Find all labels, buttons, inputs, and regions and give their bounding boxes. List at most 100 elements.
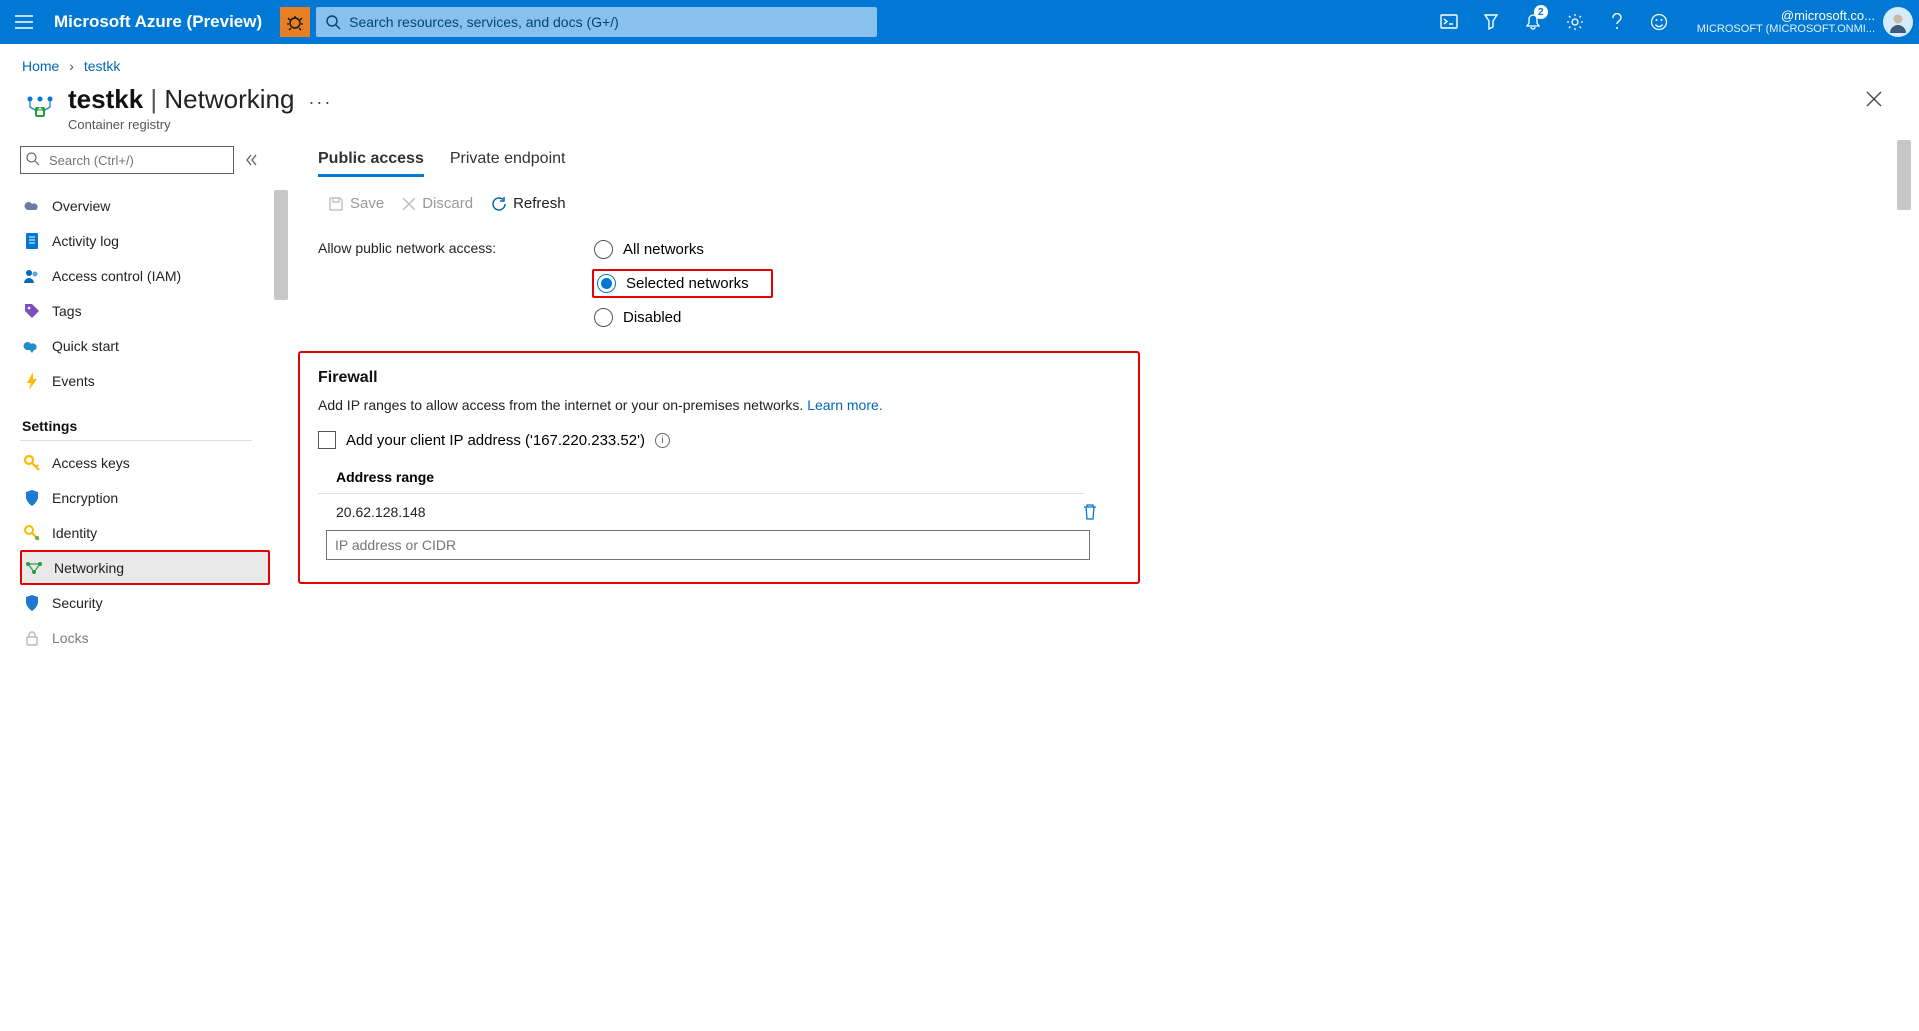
identity-icon	[22, 523, 42, 543]
collapse-sidebar-button[interactable]	[244, 153, 258, 167]
sidebar-item-locks[interactable]: Locks	[20, 620, 270, 655]
search-placeholder: Search resources, services, and docs (G+…	[349, 14, 619, 30]
sidebar-item-events[interactable]: Events	[20, 363, 270, 398]
info-tooltip-button[interactable]: i	[655, 433, 670, 448]
sidebar-search-input[interactable]	[20, 146, 234, 174]
sidebar-item-label: Access control (IAM)	[52, 268, 181, 284]
add-client-ip-label: Add your client IP address ('167.220.233…	[346, 432, 645, 449]
firewall-desc-text: Add IP ranges to allow access from the i…	[318, 397, 807, 413]
sidebar-search-wrap	[20, 146, 236, 174]
sidebar-item-label: Encryption	[52, 490, 118, 506]
events-icon	[22, 371, 42, 391]
search-icon	[26, 152, 40, 166]
key-icon	[22, 453, 42, 473]
hamburger-menu[interactable]	[0, 0, 48, 44]
settings-button[interactable]	[1555, 0, 1595, 44]
feedback-button[interactable]	[1639, 0, 1679, 44]
iam-icon	[22, 266, 42, 286]
sidebar-item-identity[interactable]: Identity	[20, 515, 270, 550]
refresh-button[interactable]: Refresh	[491, 195, 566, 212]
trash-icon	[1082, 503, 1098, 521]
body-area: Overview Activity log Access control (IA…	[0, 140, 1919, 1027]
close-icon	[1865, 90, 1883, 108]
discard-label: Discard	[422, 195, 473, 212]
radio-circle-icon	[597, 274, 616, 293]
account-tenant: MICROSOFT (MICROSOFT.ONMI...	[1697, 23, 1875, 35]
network-icon	[24, 558, 44, 578]
address-range-value: 20.62.128.148	[336, 504, 426, 520]
add-client-ip-checkbox[interactable]	[318, 431, 336, 449]
public-access-label: Allow public network access:	[318, 238, 592, 256]
help-button[interactable]	[1597, 0, 1637, 44]
info-icon: i	[661, 435, 663, 446]
azure-topbar: Microsoft Azure (Preview) Search resourc…	[0, 0, 1919, 44]
portal-brand[interactable]: Microsoft Azure (Preview)	[48, 12, 280, 32]
sidebar-item-tags[interactable]: Tags	[20, 293, 270, 328]
resource-type-label: Container registry	[68, 117, 294, 132]
save-button[interactable]: Save	[328, 195, 384, 212]
lock-icon	[22, 628, 42, 648]
main-scrollbar[interactable]	[1897, 140, 1911, 210]
discard-button[interactable]: Discard	[402, 195, 473, 212]
radio-disabled[interactable]: Disabled	[592, 306, 773, 329]
avatar-icon	[1887, 11, 1909, 33]
shield-icon	[22, 488, 42, 508]
content-toolbar: Save Discard Refresh	[328, 195, 1919, 212]
breadcrumb-separator: ›	[69, 58, 74, 74]
tab-private-endpoint[interactable]: Private endpoint	[450, 150, 566, 177]
cloud-icon	[22, 196, 42, 216]
public-access-field: Allow public network access: All network…	[318, 238, 1919, 329]
quickstart-icon	[22, 336, 42, 356]
breadcrumb-resource[interactable]: testkk	[84, 58, 121, 74]
sidebar-item-encryption[interactable]: Encryption	[20, 480, 270, 515]
sidebar-item-iam[interactable]: Access control (IAM)	[20, 258, 270, 293]
search-icon	[326, 15, 341, 30]
account-email: @microsoft.co...	[1697, 9, 1875, 23]
sidebar-item-label: Activity log	[52, 233, 119, 249]
tab-bar: Public access Private endpoint	[318, 150, 1919, 177]
radio-selected-networks[interactable]: Selected networks	[592, 269, 773, 298]
tab-public-access[interactable]: Public access	[318, 150, 424, 177]
discard-icon	[402, 197, 416, 211]
breadcrumb: Home › testkk	[0, 44, 1919, 80]
notifications-button[interactable]: 2	[1513, 0, 1553, 44]
cloud-shell-icon	[1440, 14, 1458, 30]
sidebar-item-activity-log[interactable]: Activity log	[20, 223, 270, 258]
gear-icon	[1566, 13, 1584, 31]
notification-badge: 2	[1534, 5, 1548, 19]
firewall-learn-more-link[interactable]: Learn more.	[807, 397, 882, 413]
address-range-input[interactable]	[326, 530, 1090, 560]
main-content: Public access Private endpoint Save Disc…	[270, 140, 1919, 1027]
global-search[interactable]: Search resources, services, and docs (G+…	[316, 7, 877, 37]
delete-address-button[interactable]	[1082, 503, 1098, 521]
filter-button[interactable]	[1471, 0, 1511, 44]
sidebar-item-security[interactable]: Security	[20, 585, 270, 620]
sidebar-item-overview[interactable]: Overview	[20, 188, 270, 223]
sidebar-item-networking[interactable]: Networking	[20, 550, 270, 585]
sidebar-section-settings: Settings	[20, 404, 252, 441]
public-access-radios: All networks Selected networks Disabled	[592, 238, 773, 329]
sidebar-item-label: Access keys	[52, 455, 130, 471]
sidebar-item-access-keys[interactable]: Access keys	[20, 445, 270, 480]
preview-bug-icon[interactable]	[280, 7, 310, 37]
save-icon	[328, 196, 344, 212]
sidebar-item-label: Overview	[52, 198, 110, 214]
radio-all-networks[interactable]: All networks	[592, 238, 773, 261]
close-blade-button[interactable]	[1865, 84, 1883, 108]
account-text: @microsoft.co... MICROSOFT (MICROSOFT.ON…	[1697, 9, 1875, 35]
sidebar-item-label: Locks	[52, 630, 89, 646]
filter-icon	[1483, 13, 1499, 31]
avatar	[1883, 7, 1913, 37]
sidebar-item-quickstart[interactable]: Quick start	[20, 328, 270, 363]
radio-label: All networks	[623, 241, 704, 258]
address-range-header: Address range	[318, 463, 1084, 494]
page-title-row: testkk | Networking Container registry ·…	[0, 80, 1919, 140]
address-range-row: 20.62.128.148	[318, 494, 1108, 530]
cloud-shell-button[interactable]	[1429, 0, 1469, 44]
breadcrumb-home[interactable]: Home	[22, 58, 59, 74]
sidebar-item-label: Tags	[52, 303, 82, 319]
more-actions-button[interactable]: ···	[308, 84, 332, 113]
account-menu[interactable]: @microsoft.co... MICROSOFT (MICROSOFT.ON…	[1685, 7, 1919, 37]
firewall-description: Add IP ranges to allow access from the i…	[318, 397, 1120, 413]
title-separator: |	[150, 84, 164, 114]
